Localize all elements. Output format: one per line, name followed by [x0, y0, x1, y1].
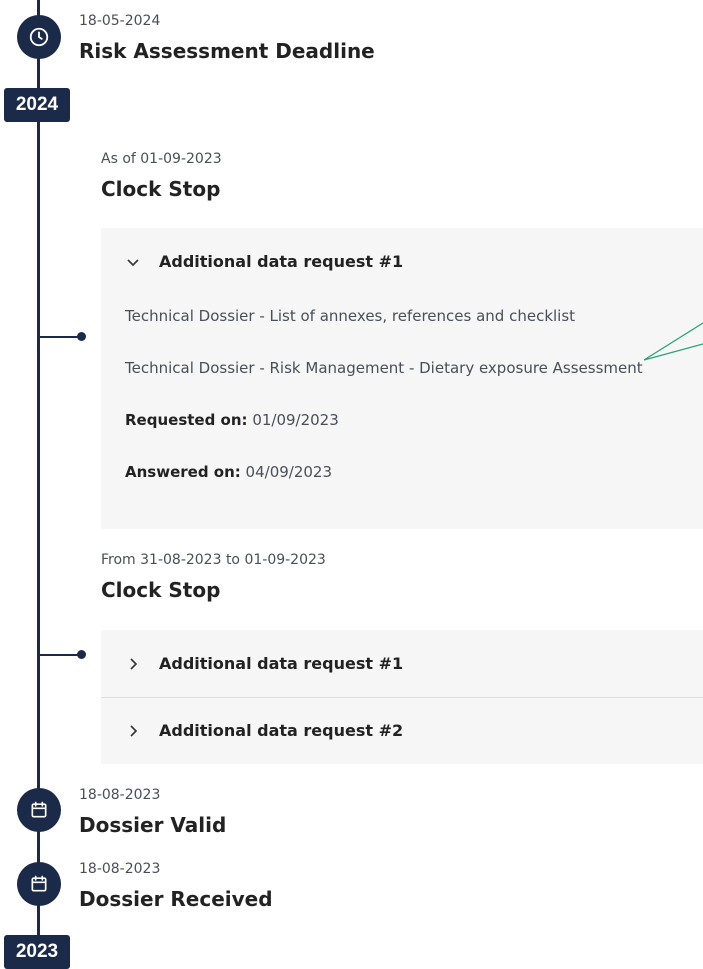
answered-on-label: Answered on:	[125, 463, 241, 481]
clock-stop-1-date: As of 01-09-2023	[101, 151, 222, 167]
accordion-header[interactable]: Additional data request #1	[125, 252, 403, 271]
requested-on-label: Requested on:	[125, 411, 248, 429]
clock-stop-2-title: Clock Stop	[101, 578, 221, 602]
calendar-icon	[31, 801, 47, 818]
clock-icon	[29, 27, 49, 47]
dossier-received-date: 18-08-2023	[79, 861, 161, 877]
dossier-valid-date: 18-08-2023	[79, 787, 161, 803]
request-item: Technical Dossier - List of annexes, ref…	[125, 307, 576, 325]
deadline-date: 18-05-2024	[79, 13, 161, 29]
accordion-label: Additional data request #1	[159, 252, 404, 271]
year-badge-2023: 2023	[4, 935, 70, 969]
deadline-marker	[17, 15, 61, 59]
accordion-header[interactable]: Additional data request #1	[125, 654, 403, 673]
connector-dot	[77, 650, 86, 659]
requested-on-value: 01/09/2023	[252, 411, 339, 429]
accordion-label: Additional data request #1	[159, 654, 404, 673]
accordion-label: Additional data request #2	[159, 721, 404, 740]
chevron-right-icon	[130, 724, 138, 737]
request-panel-expanded: Additional data request #1 Technical Dos…	[101, 228, 703, 529]
annotation-stroke	[643, 322, 703, 361]
chevron-right-icon	[130, 657, 138, 670]
dossier-received-title: Dossier Received	[79, 887, 273, 911]
calendar-icon	[31, 875, 47, 892]
requested-on: Requested on: 01/09/2023	[125, 411, 339, 429]
clock-stop-2-date: From 31-08-2023 to 01-09-2023	[101, 552, 326, 568]
year-badge-2024: 2024	[4, 88, 70, 122]
divider	[101, 697, 703, 698]
clock-stop-1-title: Clock Stop	[101, 177, 221, 201]
chevron-down-icon	[127, 258, 139, 266]
connector-dot	[77, 332, 86, 341]
accordion-header[interactable]: Additional data request #2	[125, 721, 403, 740]
dossier-received-marker	[17, 862, 61, 906]
answered-on-value: 04/09/2023	[245, 463, 333, 481]
request-panel-collapsed: Additional data request #1 Additional da…	[101, 630, 703, 764]
request-item: Technical Dossier - Risk Management - Di…	[125, 359, 643, 377]
dossier-valid-title: Dossier Valid	[79, 813, 227, 837]
connector-line	[37, 654, 79, 656]
deadline-title: Risk Assessment Deadline	[79, 39, 375, 63]
connector-line	[37, 336, 79, 338]
dossier-valid-marker	[17, 788, 61, 832]
answered-on: Answered on: 04/09/2023	[125, 463, 332, 481]
